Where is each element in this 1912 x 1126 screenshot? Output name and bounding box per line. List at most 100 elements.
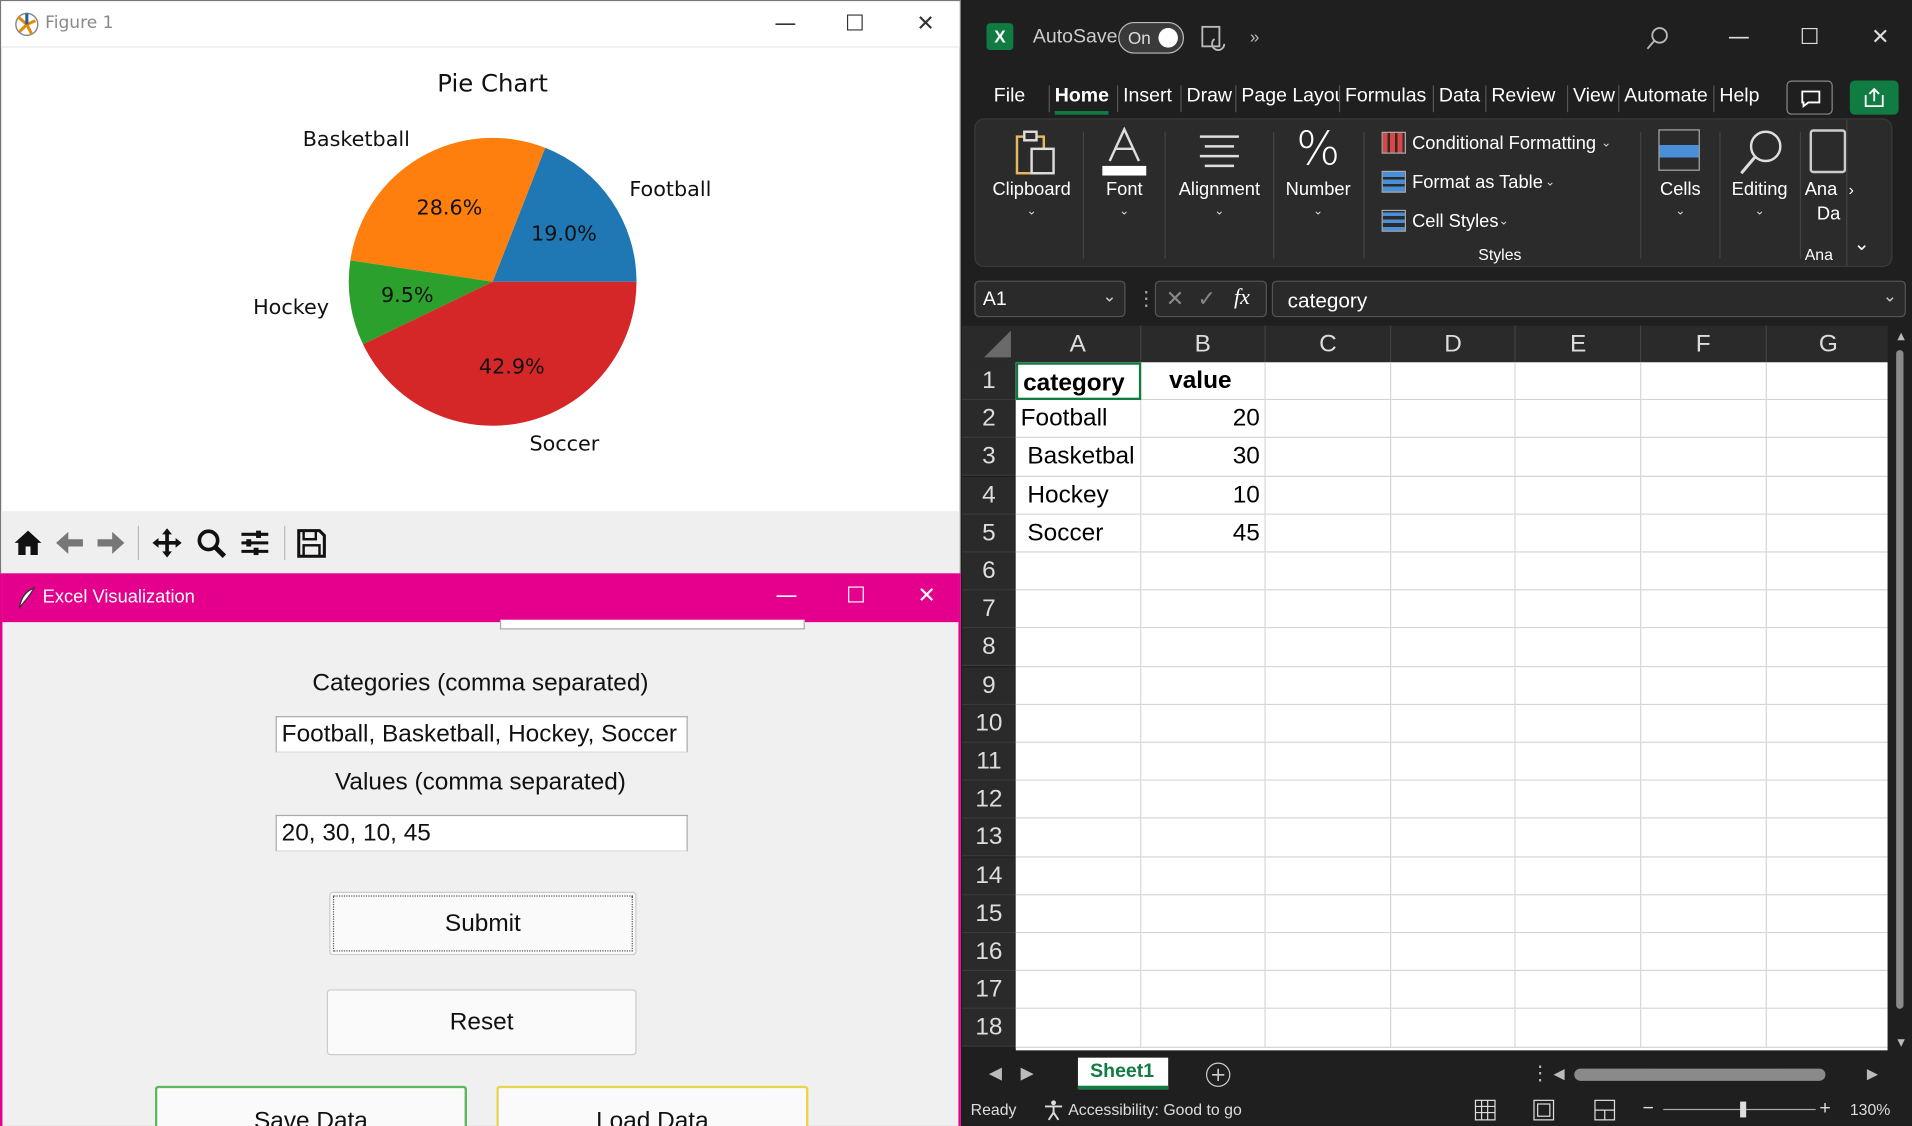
cell-b2[interactable]: 20 bbox=[1140, 400, 1266, 439]
share-button[interactable] bbox=[1849, 80, 1899, 115]
cell-a16[interactable] bbox=[1015, 933, 1141, 972]
cell-f3[interactable] bbox=[1641, 438, 1767, 477]
cell-d16[interactable] bbox=[1391, 933, 1517, 972]
cell-d11[interactable] bbox=[1391, 742, 1517, 781]
select-all-corner[interactable] bbox=[962, 325, 1016, 363]
menu-tab-data[interactable]: Data bbox=[1439, 85, 1480, 112]
cell-styles-button[interactable]: Cell Styles bbox=[1412, 211, 1498, 232]
cell-a11[interactable] bbox=[1015, 742, 1141, 781]
cell-f17[interactable] bbox=[1641, 971, 1767, 1010]
more-commands-icon[interactable]: » bbox=[1250, 27, 1260, 47]
cell-b5[interactable]: 45 bbox=[1140, 514, 1266, 553]
cell-f2[interactable] bbox=[1641, 400, 1767, 439]
cell-e3[interactable] bbox=[1516, 438, 1642, 477]
scrollbar-thumb[interactable] bbox=[1896, 350, 1904, 1009]
cell-g5[interactable] bbox=[1766, 514, 1888, 553]
reset-button[interactable]: Reset bbox=[326, 989, 637, 1056]
cell-b18[interactable] bbox=[1140, 1009, 1266, 1048]
cell-b7[interactable] bbox=[1140, 590, 1266, 629]
cell-f18[interactable] bbox=[1641, 1009, 1767, 1048]
cell-d3[interactable] bbox=[1391, 438, 1517, 477]
cell-c11[interactable] bbox=[1265, 742, 1392, 781]
save-figure-button[interactable] bbox=[294, 526, 328, 560]
row-header-17[interactable]: 17 bbox=[962, 971, 1016, 1010]
cell-e11[interactable] bbox=[1516, 742, 1642, 781]
cell-e1[interactable] bbox=[1516, 362, 1642, 401]
cell-a17[interactable] bbox=[1015, 971, 1141, 1010]
cell-a6[interactable] bbox=[1015, 552, 1141, 591]
categories-input[interactable]: Football, Basketball, Hockey, Soccer bbox=[275, 716, 688, 753]
cell-f7[interactable] bbox=[1641, 590, 1767, 629]
menu-tab-insert[interactable]: Insert bbox=[1123, 85, 1172, 112]
vertical-scrollbar[interactable]: ▲ ▼ bbox=[1887, 325, 1912, 1051]
search-icon[interactable] bbox=[1645, 24, 1672, 51]
sheet-tab[interactable]: Sheet1 bbox=[1077, 1057, 1169, 1090]
cell-d14[interactable] bbox=[1391, 857, 1517, 896]
cell-a12[interactable] bbox=[1015, 780, 1141, 820]
cell-c8[interactable] bbox=[1265, 628, 1392, 667]
cell-b8[interactable] bbox=[1140, 628, 1266, 667]
cell-e16[interactable] bbox=[1516, 933, 1642, 972]
cell-e7[interactable] bbox=[1516, 590, 1642, 629]
cell-d13[interactable] bbox=[1391, 819, 1517, 858]
cell-b3[interactable]: 30 bbox=[1140, 438, 1266, 477]
normal-view-icon[interactable] bbox=[1474, 1099, 1496, 1121]
submit-button[interactable]: Submit bbox=[329, 891, 637, 956]
forward-button[interactable] bbox=[94, 526, 128, 560]
comments-button[interactable] bbox=[1786, 80, 1833, 115]
cell-g13[interactable] bbox=[1766, 819, 1888, 858]
cell-b13[interactable] bbox=[1140, 819, 1266, 858]
zoom-button[interactable] bbox=[194, 526, 228, 560]
cell-g11[interactable] bbox=[1766, 742, 1888, 781]
cell-f15[interactable] bbox=[1641, 895, 1767, 934]
save-data-button[interactable]: Save Data bbox=[154, 1085, 468, 1126]
next-sheet-icon[interactable]: ▶ bbox=[1021, 1063, 1034, 1084]
cell-a10[interactable] bbox=[1015, 704, 1141, 743]
cell-a13[interactable] bbox=[1015, 819, 1141, 858]
insert-function-button[interactable]: fx bbox=[1234, 284, 1250, 310]
zoom-slider-thumb[interactable] bbox=[1740, 1101, 1747, 1118]
font-button[interactable]: Font bbox=[1088, 179, 1161, 200]
more-options-icon[interactable]: ⋮ bbox=[1530, 1061, 1550, 1085]
pan-button[interactable] bbox=[150, 526, 184, 560]
cell-d10[interactable] bbox=[1391, 704, 1517, 743]
cell-d7[interactable] bbox=[1391, 590, 1517, 629]
cell-g15[interactable] bbox=[1766, 895, 1888, 934]
cell-g7[interactable] bbox=[1766, 590, 1888, 629]
cell-a2[interactable]: Football bbox=[1015, 400, 1141, 439]
cell-a9[interactable] bbox=[1015, 666, 1141, 705]
cell-e10[interactable] bbox=[1516, 704, 1642, 743]
status-accessibility[interactable]: Accessibility: Good to go bbox=[1068, 1100, 1242, 1118]
row-header-12[interactable]: 12 bbox=[962, 780, 1016, 819]
cell-a5[interactable]: Soccer bbox=[1015, 514, 1141, 553]
column-header-g[interactable]: G bbox=[1766, 325, 1892, 363]
cell-g4[interactable] bbox=[1766, 476, 1888, 515]
cell-d2[interactable] bbox=[1391, 400, 1517, 439]
close-button[interactable]: ✕ bbox=[897, 1, 953, 47]
cell-c16[interactable] bbox=[1265, 933, 1392, 972]
cell-f11[interactable] bbox=[1641, 742, 1767, 781]
cell-c3[interactable] bbox=[1265, 438, 1392, 477]
cell-c12[interactable] bbox=[1265, 780, 1392, 820]
cell-e8[interactable] bbox=[1516, 628, 1642, 667]
cell-g16[interactable] bbox=[1766, 933, 1888, 972]
cell-c7[interactable] bbox=[1265, 590, 1392, 629]
cell-e17[interactable] bbox=[1516, 971, 1642, 1010]
cell-g3[interactable] bbox=[1766, 438, 1888, 477]
menu-tab-automate[interactable]: Automate bbox=[1624, 85, 1708, 112]
column-header-e[interactable]: E bbox=[1516, 325, 1642, 363]
excel-minimize-button[interactable]: — bbox=[1711, 15, 1767, 61]
cell-f12[interactable] bbox=[1641, 780, 1767, 820]
cell-c1[interactable] bbox=[1265, 362, 1392, 401]
load-data-button[interactable]: Load Data bbox=[496, 1085, 809, 1126]
cell-e15[interactable] bbox=[1516, 895, 1642, 934]
cells-button[interactable]: Cells bbox=[1644, 179, 1717, 200]
cell-b9[interactable] bbox=[1140, 666, 1266, 705]
page-break-view-icon[interactable] bbox=[1594, 1099, 1616, 1121]
more-options-icon[interactable]: ⋮ bbox=[1136, 287, 1156, 311]
row-header-8[interactable]: 8 bbox=[962, 628, 1016, 667]
clipboard-button[interactable]: Clipboard bbox=[980, 179, 1082, 200]
cell-f8[interactable] bbox=[1641, 628, 1767, 667]
row-header-4[interactable]: 4 bbox=[962, 476, 1016, 515]
cell-d9[interactable] bbox=[1391, 666, 1517, 705]
